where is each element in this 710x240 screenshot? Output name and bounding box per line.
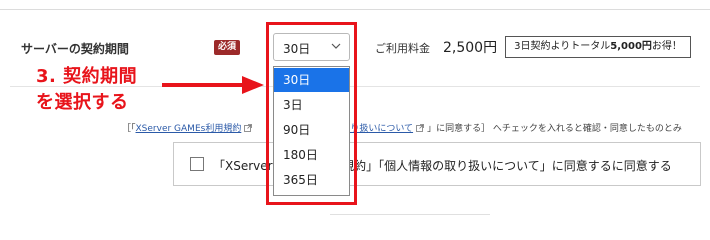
contract-period-label: サーバーの契約期間: [21, 42, 129, 56]
selected-period-value: 30日: [283, 42, 311, 56]
period-option-90[interactable]: 90日: [274, 118, 349, 142]
promo-badge: 3日契約よりトータル5,000円お得！: [505, 36, 691, 58]
terms-link[interactable]: XServer GAMEs利用規約: [136, 124, 242, 134]
fee-label: ご利用料金: [375, 42, 430, 55]
external-link-icon: [244, 124, 253, 132]
required-badge: 必須: [214, 40, 240, 55]
note-rest: 」に同意する］ へチェックを入れると確認・同意したものとみ: [427, 124, 682, 134]
promo-prefix: 3日契約よりトータル: [514, 41, 611, 52]
arrow-right-icon: [162, 76, 264, 94]
top-divider: [0, 9, 710, 10]
step-instruction-line2: を選択する: [36, 92, 129, 113]
period-option-3[interactable]: 3日: [274, 93, 349, 117]
period-option-365[interactable]: 365日: [274, 168, 349, 192]
period-dropdown-list[interactable]: 30日 3日 90日 180日 365日: [273, 66, 350, 196]
agreement-checkbox[interactable]: [190, 157, 204, 171]
contract-period-select[interactable]: 30日: [273, 33, 350, 61]
agreement-note: ［「XServer GAMEs利用規約 取り扱いについて 」に同意する］ へチェック…: [122, 121, 710, 134]
period-option-30[interactable]: 30日: [274, 68, 349, 92]
external-link-icon: [416, 124, 424, 132]
chevron-down-icon: [331, 43, 341, 49]
fee-value: 2,500円: [443, 40, 498, 56]
note-open: ［「: [122, 124, 136, 134]
agreement-checkbox-row[interactable]: 「XServer GAMEs利用規約」「個人情報の取り扱いについて」に同意するに…: [173, 142, 701, 186]
bottom-divider: [330, 214, 490, 215]
promo-amount: 5,000円: [610, 41, 652, 52]
period-option-180[interactable]: 180日: [274, 143, 349, 167]
promo-suffix: お得！: [651, 41, 682, 52]
step-instruction-line1: 3. 契約期間: [36, 66, 138, 87]
privacy-link[interactable]: 取り扱いについて: [341, 124, 413, 134]
